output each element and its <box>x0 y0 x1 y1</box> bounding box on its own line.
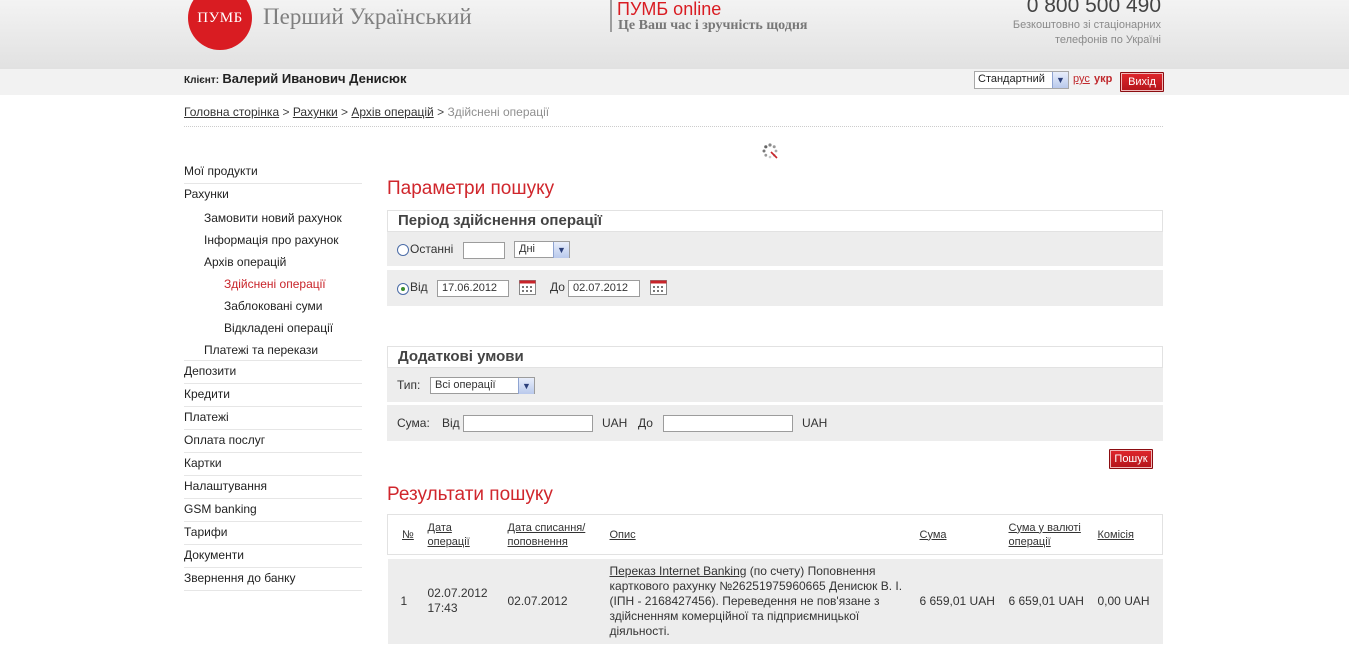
sum-row: Сума: Від UAH До UAH <box>387 405 1163 441</box>
row-description: Переказ Internet Banking (по счету) Попо… <box>603 558 914 644</box>
row-op-date: 02.07.2012 17:43 <box>421 558 502 644</box>
transfer-link[interactable]: Переказ Internet Banking <box>610 564 747 578</box>
sum-label: Сума: <box>397 416 430 430</box>
col-amount[interactable]: Сума <box>913 514 1003 555</box>
type-select[interactable]: Всі операції ▼ <box>430 377 535 394</box>
row-amount-op: 6 659,01 UAH <box>1002 558 1092 644</box>
breadcrumb-home[interactable]: Головна сторінка <box>184 105 279 119</box>
divider <box>610 0 612 32</box>
sidebar-item-tariffs[interactable]: Тарифи <box>184 522 362 545</box>
sidebar-item-gsm[interactable]: GSM banking <box>184 499 362 522</box>
client-info: Клієнт: Валерий Иванович Денисюк <box>184 71 407 86</box>
col-op-date[interactable]: Дата операції <box>421 514 502 555</box>
date-to-label: До <box>550 280 565 294</box>
sidebar-item-deposits[interactable]: Депозити <box>184 361 362 384</box>
loading-spinner-icon <box>762 143 778 159</box>
breadcrumb-accounts[interactable]: Рахунки <box>293 105 338 119</box>
sidebar-item-my-products[interactable]: Мої продукти <box>184 161 362 184</box>
type-label: Тип: <box>397 378 421 392</box>
search-button[interactable]: Пошук <box>1109 449 1153 469</box>
lang-rus-link[interactable]: рус <box>1073 73 1090 85</box>
sidebar-nav: Мої продукти Рахунки Замовити новий раху… <box>184 161 362 591</box>
breadcrumb: Головна сторінка > Рахунки > Архів опера… <box>184 105 550 119</box>
chevron-down-icon[interactable]: ▼ <box>1052 72 1068 88</box>
extra-section-title: Додаткові умови <box>387 346 1163 368</box>
date-range-row: Від 17.06.2012 До 02.07.2012 <box>387 270 1163 306</box>
theme-select[interactable]: Стандартний ▼ <box>974 71 1069 89</box>
client-bar: Клієнт: Валерий Иванович Денисюк Стандар… <box>0 69 1349 95</box>
col-amount-op[interactable]: Сума у валюті операції <box>1002 514 1092 555</box>
sidebar-item-services[interactable]: Оплата послуг <box>184 430 362 453</box>
results-table: № Дата операції Дата списання/ поповненн… <box>387 514 1163 644</box>
sum-to-label: До <box>638 416 653 430</box>
last-days-input[interactable] <box>463 242 505 259</box>
sidebar-item-documents[interactable]: Документи <box>184 545 362 568</box>
bank-name: Перший Український <box>263 4 472 29</box>
sidebar-item-completed[interactable]: Здійснені операції <box>184 273 362 295</box>
calendar-icon[interactable] <box>519 279 536 295</box>
lang-ukr-current: укр <box>1094 73 1113 85</box>
date-from-label: Від <box>410 280 428 294</box>
sum-from-currency: UAH <box>602 416 628 430</box>
sidebar-item-contact[interactable]: Звернення до банку <box>184 568 362 591</box>
sidebar-item-postponed[interactable]: Відкладені операції <box>184 317 362 339</box>
col-fee[interactable]: Комісія <box>1091 514 1163 555</box>
last-days-radio[interactable] <box>397 244 409 256</box>
sidebar-item-payments[interactable]: Платежі <box>184 407 362 430</box>
sum-to-currency: UAH <box>802 416 828 430</box>
sidebar-item-archive[interactable]: Архів операцій <box>184 251 362 273</box>
sidebar-item-account-info[interactable]: Інформація про рахунок <box>184 229 362 251</box>
breadcrumb-archive[interactable]: Архів операцій <box>351 105 433 119</box>
online-title: ПУМБ online <box>617 0 722 19</box>
sidebar-item-cards[interactable]: Картки <box>184 453 362 476</box>
last-days-label: Останні <box>410 242 454 256</box>
col-number[interactable]: № <box>387 514 422 555</box>
table-row: 1 02.07.2012 17:43 02.07.2012 Переказ In… <box>387 558 1163 644</box>
search-title: Параметри пошуку <box>387 178 555 199</box>
breadcrumb-current: Здійснені операції <box>447 105 550 119</box>
sum-from-input[interactable] <box>463 415 593 432</box>
online-tagline: Це Ваш час і зручність щодня <box>618 18 808 33</box>
type-row: Тип: Всі операції ▼ <box>387 368 1163 402</box>
last-days-row: Останні Дні ▼ <box>387 232 1163 266</box>
logout-button[interactable]: Вихід <box>1120 72 1164 92</box>
phone-note: Безкоштовно зі стаціонарних телефонів по… <box>1012 19 1161 46</box>
last-unit-select[interactable]: Дні ▼ <box>514 241 570 258</box>
sidebar-item-accounts[interactable]: Рахунки <box>184 184 362 207</box>
row-number: 1 <box>387 558 422 644</box>
calendar-icon[interactable] <box>650 279 667 295</box>
sum-from-label: Від <box>442 416 460 430</box>
client-label: Клієнт: <box>184 75 220 86</box>
chevron-down-icon[interactable]: ▼ <box>553 242 569 258</box>
row-amount: 6 659,01 UAH <box>913 558 1003 644</box>
date-to-input[interactable]: 02.07.2012 <box>568 280 640 297</box>
sidebar-item-new-account[interactable]: Замовити новий рахунок <box>184 207 362 229</box>
sidebar-item-payments-transfers[interactable]: Платежі та перекази <box>184 339 362 361</box>
sidebar-item-settings[interactable]: Налаштування <box>184 476 362 499</box>
period-section-title: Період здійснення операції <box>387 210 1163 232</box>
client-name: Валерий Иванович Денисюк <box>222 71 407 86</box>
page-header: ПУМБ Перший Український ПУМБ online Це В… <box>0 0 1349 69</box>
row-post-date: 02.07.2012 <box>501 558 604 644</box>
sidebar-item-blocked[interactable]: Заблоковані суми <box>184 295 362 317</box>
row-fee: 0,00 UAH <box>1091 558 1163 644</box>
results-title: Результати пошуку <box>387 484 553 505</box>
breadcrumb-divider <box>184 126 1163 127</box>
theme-select-value: Стандартний <box>978 73 1045 85</box>
last-unit-value: Дні <box>519 243 535 255</box>
sidebar-item-credits[interactable]: Кредити <box>184 384 362 407</box>
col-post-date[interactable]: Дата списання/ поповнення <box>501 514 604 555</box>
date-from-input[interactable]: 17.06.2012 <box>437 280 509 297</box>
date-range-radio[interactable] <box>397 283 409 295</box>
type-select-value: Всі операції <box>435 379 496 391</box>
chevron-down-icon[interactable]: ▼ <box>518 378 534 394</box>
col-description[interactable]: Опис <box>603 514 914 555</box>
sum-to-input[interactable] <box>663 415 793 432</box>
table-header-row: № Дата операції Дата списання/ поповненн… <box>387 514 1163 555</box>
bank-logo[interactable]: ПУМБ <box>188 0 252 50</box>
phone-number: 0 800 500 490 <box>1026 0 1161 17</box>
